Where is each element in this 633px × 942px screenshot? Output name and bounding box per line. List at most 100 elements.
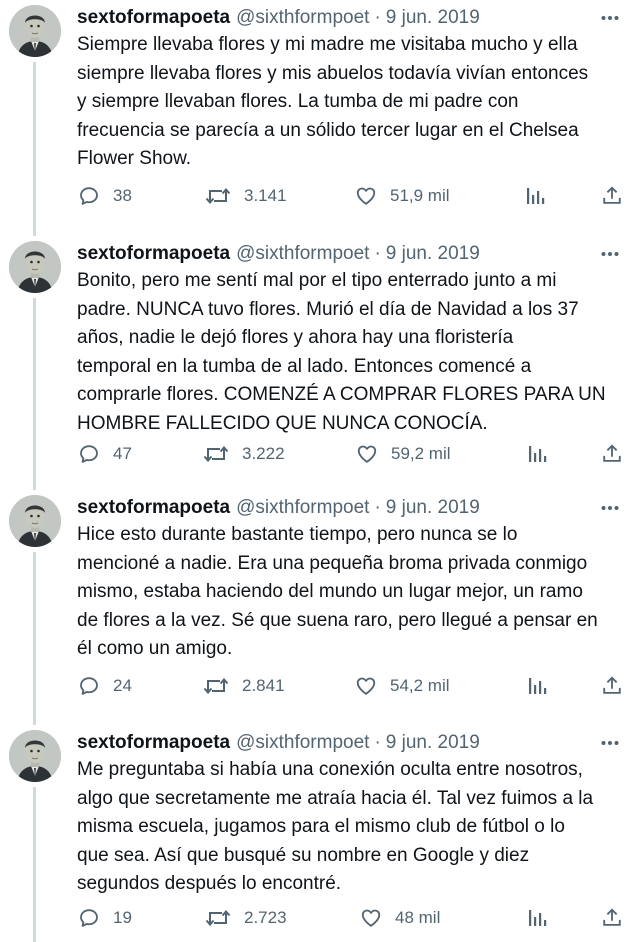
share-icon (601, 675, 623, 697)
views-button[interactable] (525, 181, 545, 211)
more-horizontal-icon (601, 505, 619, 511)
like-count: 48 mil (395, 908, 441, 927)
author-name[interactable]: sextoformapoeta (77, 243, 230, 265)
retweet-icon (203, 443, 229, 465)
author-name[interactable]: sextoformapoeta (77, 497, 230, 519)
more-options-button[interactable] (599, 498, 621, 518)
bar-chart-icon (527, 444, 547, 464)
reply-icon (78, 443, 100, 465)
tweet[interactable]: sextoformapoeta @sixthformpoet · 9 jun. … (0, 236, 633, 490)
avatar-portrait-icon (9, 495, 61, 547)
tweet-text: Me preguntaba si había una conexión ocul… (77, 759, 594, 895)
like-count: 51,9 mil (390, 186, 450, 205)
share-icon (601, 443, 623, 465)
retweet-icon (205, 907, 231, 929)
like-button[interactable]: 48 mil (360, 903, 440, 933)
separator-dot: · (374, 497, 381, 518)
bar-chart-icon (527, 908, 547, 928)
avatar[interactable] (9, 730, 61, 782)
avatar[interactable] (9, 5, 61, 57)
author-handle[interactable]: @sixthformpoet (236, 732, 369, 754)
tweet-header: sextoformapoeta @sixthformpoet · 9 jun. … (77, 241, 480, 267)
author-name[interactable]: sextoformapoeta (77, 7, 230, 29)
author-handle[interactable]: @sixthformpoet (236, 7, 369, 29)
author-name[interactable]: sextoformapoeta (77, 732, 230, 754)
heart-icon (356, 443, 378, 465)
retweet-button[interactable]: 2.841 (203, 671, 285, 701)
more-options-button[interactable] (599, 8, 621, 28)
author-handle[interactable]: @sixthformpoet (236, 497, 369, 519)
share-button[interactable] (601, 671, 623, 701)
retweet-count: 3.141 (244, 186, 287, 205)
more-options-button[interactable] (599, 244, 621, 264)
reply-count: 19 (113, 908, 132, 927)
views-button[interactable] (527, 671, 547, 701)
like-button[interactable]: 54,2 mil (355, 671, 450, 701)
heart-icon (355, 185, 377, 207)
tweet-actions: 19 2.723 48 mil (0, 903, 633, 933)
like-count: 54,2 mil (390, 676, 450, 695)
tweet-date[interactable]: 9 jun. 2019 (386, 243, 480, 265)
reply-button[interactable]: 47 (78, 439, 132, 469)
reply-icon (78, 185, 100, 207)
like-button[interactable]: 51,9 mil (355, 181, 450, 211)
retweet-count: 3.222 (242, 444, 285, 463)
avatar-portrait-icon (9, 5, 61, 57)
avatar-portrait-icon (9, 730, 61, 782)
tweet-header: sextoformapoeta @sixthformpoet · 9 jun. … (77, 5, 480, 31)
tweet-date[interactable]: 9 jun. 2019 (386, 732, 480, 754)
tweet-actions: 38 3.141 51,9 mil (0, 181, 633, 211)
reply-button[interactable]: 24 (78, 671, 132, 701)
reply-count: 47 (113, 444, 132, 463)
reply-icon (78, 675, 100, 697)
retweet-count: 2.723 (244, 908, 287, 927)
avatar[interactable] (9, 241, 61, 293)
avatar-portrait-icon (9, 241, 61, 293)
tweet-thread: sextoformapoeta @sixthformpoet · 9 jun. … (0, 0, 633, 942)
heart-icon (360, 907, 382, 929)
tweet[interactable]: sextoformapoeta @sixthformpoet · 9 jun. … (0, 490, 633, 725)
tweet-actions: 24 2.841 54,2 mil (0, 671, 633, 701)
author-handle[interactable]: @sixthformpoet (236, 243, 369, 265)
tweet-date[interactable]: 9 jun. 2019 (386, 7, 480, 29)
reply-count: 24 (113, 676, 132, 695)
more-horizontal-icon (601, 15, 619, 21)
tweet[interactable]: sextoformapoeta @sixthformpoet · 9 jun. … (0, 725, 633, 942)
heart-icon (355, 675, 377, 697)
tweet-text: Siempre llevaba flores y mi madre me vis… (77, 34, 589, 170)
bar-chart-icon (525, 186, 545, 206)
like-button[interactable]: 59,2 mil (356, 439, 451, 469)
retweet-button[interactable]: 2.723 (205, 903, 287, 933)
reply-button[interactable]: 19 (78, 903, 132, 933)
tweet-header: sextoformapoeta @sixthformpoet · 9 jun. … (77, 730, 480, 756)
avatar[interactable] (9, 495, 61, 547)
tweet-text: Bonito, pero me sentí mal por el tipo en… (77, 270, 606, 434)
separator-dot: · (374, 243, 381, 264)
reply-button[interactable]: 38 (78, 181, 132, 211)
reply-count: 38 (113, 186, 132, 205)
more-horizontal-icon (601, 251, 619, 257)
share-button[interactable] (601, 439, 623, 469)
tweet-actions: 47 3.222 59,2 mil (0, 439, 633, 469)
tweet[interactable]: sextoformapoeta @sixthformpoet · 9 jun. … (0, 0, 633, 236)
like-count: 59,2 mil (391, 444, 451, 463)
retweet-count: 2.841 (242, 676, 285, 695)
retweet-icon (205, 185, 231, 207)
retweet-button[interactable]: 3.141 (205, 181, 287, 211)
tweet-date[interactable]: 9 jun. 2019 (386, 497, 480, 519)
share-icon (601, 907, 623, 929)
views-button[interactable] (527, 439, 547, 469)
tweet-header: sextoformapoeta @sixthformpoet · 9 jun. … (77, 495, 480, 521)
retweet-button[interactable]: 3.222 (203, 439, 285, 469)
bar-chart-icon (527, 676, 547, 696)
share-icon (601, 185, 623, 207)
retweet-icon (203, 675, 229, 697)
share-button[interactable] (601, 181, 623, 211)
separator-dot: · (374, 7, 381, 28)
separator-dot: · (374, 732, 381, 753)
tweet-text: Hice esto durante bastante tiempo, pero … (77, 524, 598, 660)
share-button[interactable] (601, 903, 623, 933)
more-options-button[interactable] (599, 733, 621, 753)
views-button[interactable] (527, 903, 547, 933)
more-horizontal-icon (601, 740, 619, 746)
